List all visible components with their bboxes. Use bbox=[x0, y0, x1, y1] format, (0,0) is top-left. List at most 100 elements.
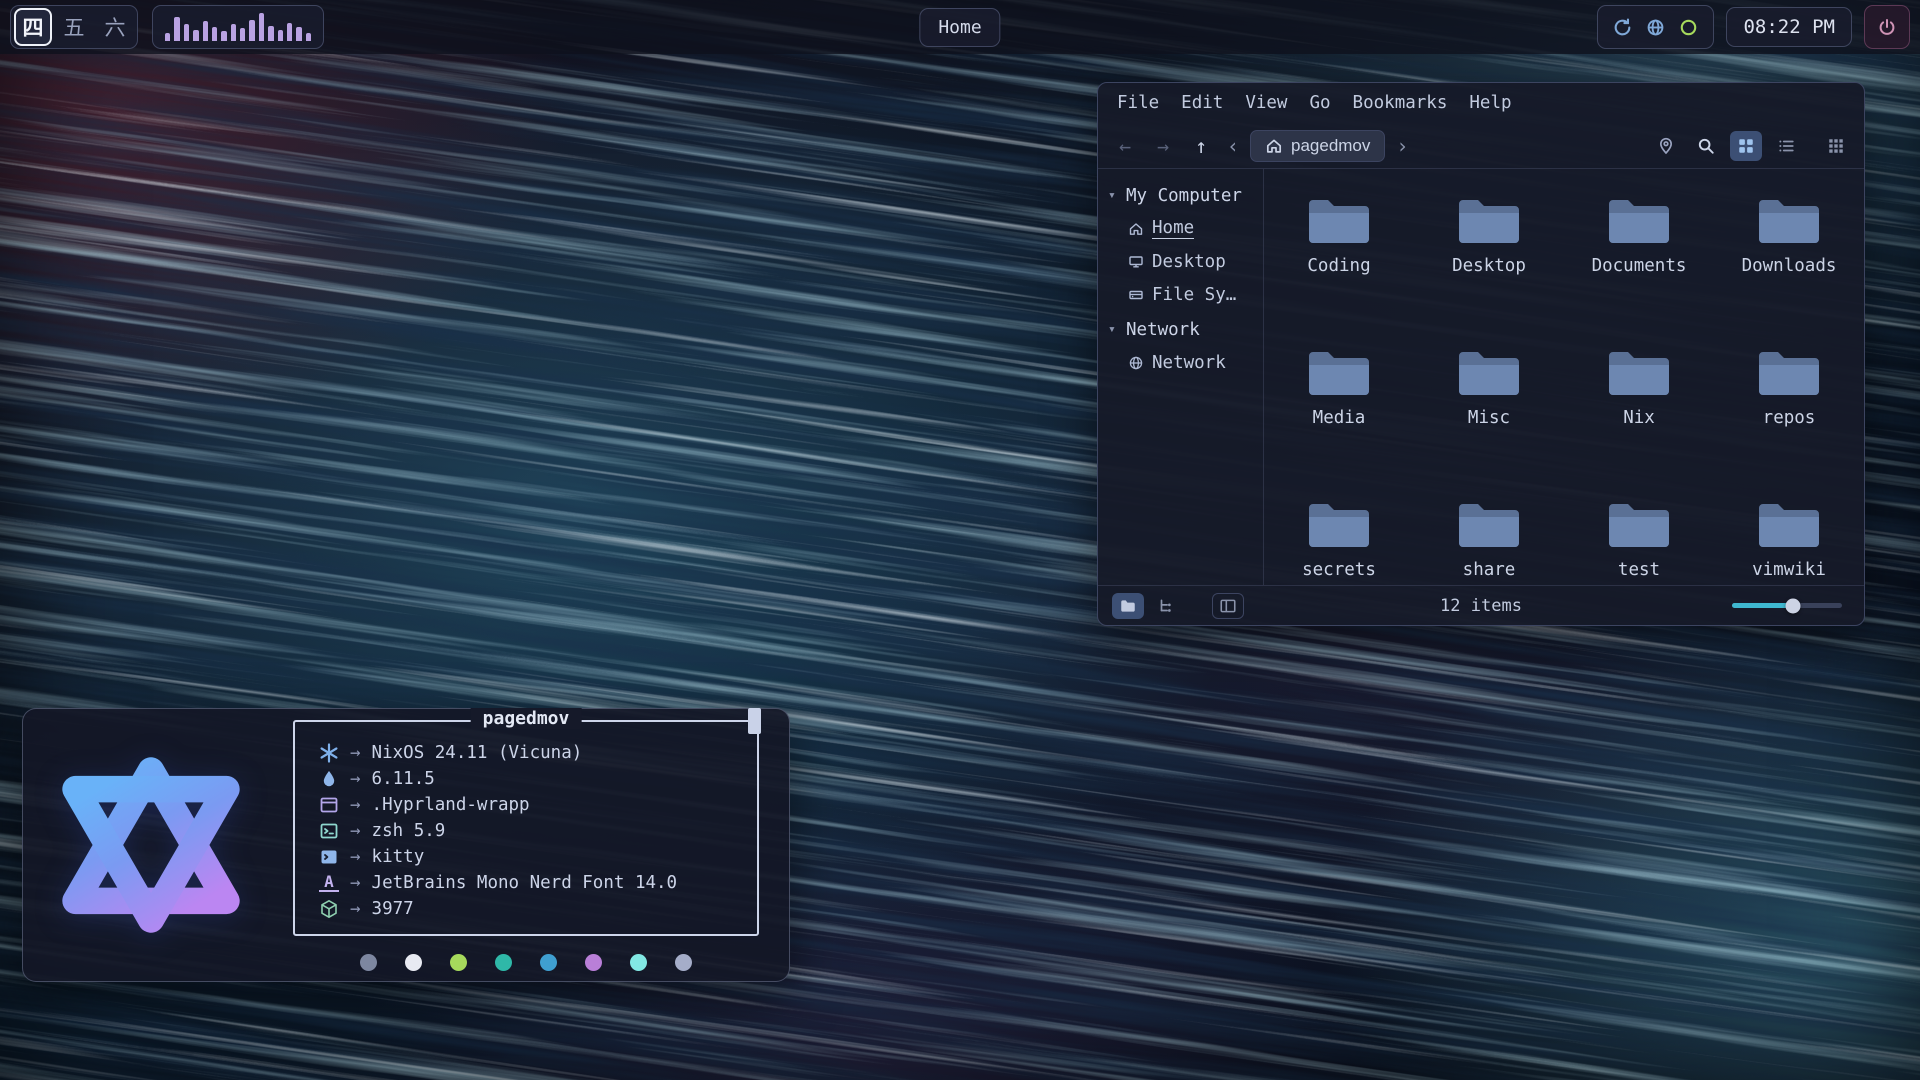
palette-dot bbox=[675, 954, 692, 971]
folder-item[interactable]: Nix bbox=[1564, 337, 1714, 489]
sidebar-item-desktop[interactable]: Desktop bbox=[1108, 245, 1263, 278]
places-sidebar: ▾ My Computer Home Desktop bbox=[1098, 169, 1264, 585]
grid-view-icon bbox=[1737, 137, 1755, 155]
audio-visualizer bbox=[152, 5, 324, 49]
folder-label: Documents bbox=[1592, 256, 1687, 276]
breadcrumb-scroll-left-icon[interactable]: ‹ bbox=[1224, 134, 1242, 158]
sidebar-item-label: File Sy… bbox=[1152, 285, 1236, 305]
package-cube-icon bbox=[319, 899, 339, 919]
folder-label: share bbox=[1463, 560, 1516, 580]
zoom-slider-handle[interactable] bbox=[1785, 598, 1800, 613]
folder-icon bbox=[1306, 499, 1372, 551]
menu-item[interactable]: Bookmarks bbox=[1344, 87, 1457, 119]
visualizer-bar bbox=[268, 26, 273, 41]
globe-icon[interactable] bbox=[1645, 17, 1666, 38]
menu-item[interactable]: Help bbox=[1460, 87, 1520, 119]
nix-snowflake-icon bbox=[319, 743, 339, 763]
statusbar-toggles bbox=[1112, 593, 1244, 619]
palette-dot bbox=[360, 954, 377, 971]
sidebar-section-network[interactable]: ▾ Network bbox=[1108, 313, 1263, 346]
collapse-caret-icon: ▾ bbox=[1108, 188, 1120, 203]
search-button[interactable] bbox=[1690, 131, 1722, 161]
sidebar-item-label: Network bbox=[1152, 353, 1226, 373]
home-icon bbox=[1265, 137, 1283, 155]
folder-item[interactable]: Documents bbox=[1564, 185, 1714, 337]
folder-item[interactable]: repos bbox=[1714, 337, 1864, 489]
focused-window-button[interactable]: Home bbox=[919, 8, 1000, 47]
menu-item[interactable]: Go bbox=[1300, 87, 1339, 119]
nixos-logo bbox=[53, 747, 249, 943]
fetch-value-shell: zsh 5.9 bbox=[372, 821, 446, 841]
workspace-button[interactable]: 五 bbox=[55, 8, 93, 46]
list-view-toggle[interactable] bbox=[1770, 131, 1802, 161]
folder-label: Desktop bbox=[1452, 256, 1526, 276]
visualizer-bar bbox=[231, 24, 236, 41]
menu-item[interactable]: Edit bbox=[1172, 87, 1232, 119]
visualizer-bar bbox=[296, 27, 301, 41]
folder-label: Media bbox=[1313, 408, 1366, 428]
sidebar-item-file-system[interactable]: File Sy… bbox=[1108, 278, 1263, 311]
up-button[interactable]: ↑ bbox=[1186, 131, 1216, 161]
map-pin-icon bbox=[1657, 137, 1675, 155]
menu-item[interactable]: View bbox=[1236, 87, 1296, 119]
menu-item[interactable]: File bbox=[1108, 87, 1168, 119]
search-icon bbox=[1697, 137, 1715, 155]
panel-layout-icon bbox=[1219, 597, 1237, 615]
shell-prompt-icon bbox=[319, 821, 339, 841]
sidebar-item-network[interactable]: Network bbox=[1108, 346, 1263, 379]
terminal-cursor bbox=[748, 708, 761, 734]
sidebar-item-home[interactable]: Home bbox=[1108, 212, 1263, 245]
folder-icon bbox=[1306, 347, 1372, 399]
fetch-line-os: → NixOS 24.11 (Vicuna) bbox=[319, 740, 733, 766]
folder-label: Coding bbox=[1307, 256, 1370, 276]
fetch-line-wm: → .Hyprland-wrapp bbox=[319, 792, 733, 818]
folder-item[interactable]: Downloads bbox=[1714, 185, 1864, 337]
folder-item[interactable]: Desktop bbox=[1414, 185, 1564, 337]
folder-icon bbox=[1756, 195, 1822, 247]
breadcrumb-path-button[interactable]: pagedmov bbox=[1250, 130, 1385, 162]
folder-icon bbox=[1456, 195, 1522, 247]
folder-icon bbox=[1306, 195, 1372, 247]
fetch-line-terminal: → kitty bbox=[319, 844, 733, 870]
desktop: 四 五 六 Home bbox=[0, 0, 1920, 1080]
folder-grid: Coding Desktop bbox=[1264, 185, 1864, 626]
workspace-button[interactable]: 四 bbox=[14, 8, 52, 46]
palette-dot bbox=[495, 954, 512, 971]
terminal-app-icon bbox=[319, 847, 339, 867]
folder-item[interactable]: Coding bbox=[1264, 185, 1414, 337]
folder-item[interactable]: Media bbox=[1264, 337, 1414, 489]
network-globe-icon bbox=[1128, 355, 1144, 371]
folder-label: secrets bbox=[1302, 560, 1376, 580]
file-manager-window: FileEditViewGoBookmarksHelp ← → ↑ ‹ page… bbox=[1097, 82, 1865, 626]
system-tray bbox=[1597, 5, 1714, 49]
sidebar-section-my-computer[interactable]: ▾ My Computer bbox=[1108, 179, 1263, 212]
folder-small-icon bbox=[1119, 597, 1137, 615]
arrow-glyph: → bbox=[350, 743, 361, 763]
arrows-rotate-icon[interactable] bbox=[1612, 17, 1633, 38]
file-manager-body: ▾ My Computer Home Desktop bbox=[1098, 169, 1864, 585]
fetch-value-packages: 3977 bbox=[372, 899, 414, 919]
location-button[interactable] bbox=[1650, 131, 1682, 161]
palette-dot bbox=[450, 954, 467, 971]
folder-item[interactable]: Misc bbox=[1414, 337, 1564, 489]
sidebar-places-toggle[interactable] bbox=[1112, 593, 1144, 619]
icon-view-toggle[interactable] bbox=[1730, 131, 1762, 161]
zoom-slider[interactable] bbox=[1732, 593, 1842, 619]
back-button[interactable]: ← bbox=[1110, 131, 1140, 161]
terminal-window[interactable]: pagedmov → NixOS 24.11 (Vicuna) → 6 bbox=[22, 708, 790, 982]
zoom-slider-fill bbox=[1732, 603, 1793, 608]
folder-label: vimwiki bbox=[1752, 560, 1826, 580]
small-grid-icon bbox=[1827, 137, 1845, 155]
panel-right-cluster: 08:22 PM bbox=[1597, 0, 1910, 54]
side-pane-toggle[interactable] bbox=[1212, 593, 1244, 619]
top-panel: 四 五 六 Home bbox=[0, 0, 1920, 54]
circle-indicator-icon[interactable] bbox=[1678, 17, 1699, 38]
workspace-button[interactable]: 六 bbox=[96, 8, 134, 46]
sidebar-section-label: Network bbox=[1126, 320, 1200, 340]
power-button[interactable] bbox=[1864, 5, 1910, 49]
workspace-label: 四 bbox=[23, 12, 44, 42]
breadcrumb-scroll-right-icon[interactable]: › bbox=[1393, 134, 1411, 158]
compact-view-toggle[interactable] bbox=[1820, 131, 1852, 161]
forward-button[interactable]: → bbox=[1148, 131, 1178, 161]
sidebar-tree-toggle[interactable] bbox=[1150, 593, 1182, 619]
